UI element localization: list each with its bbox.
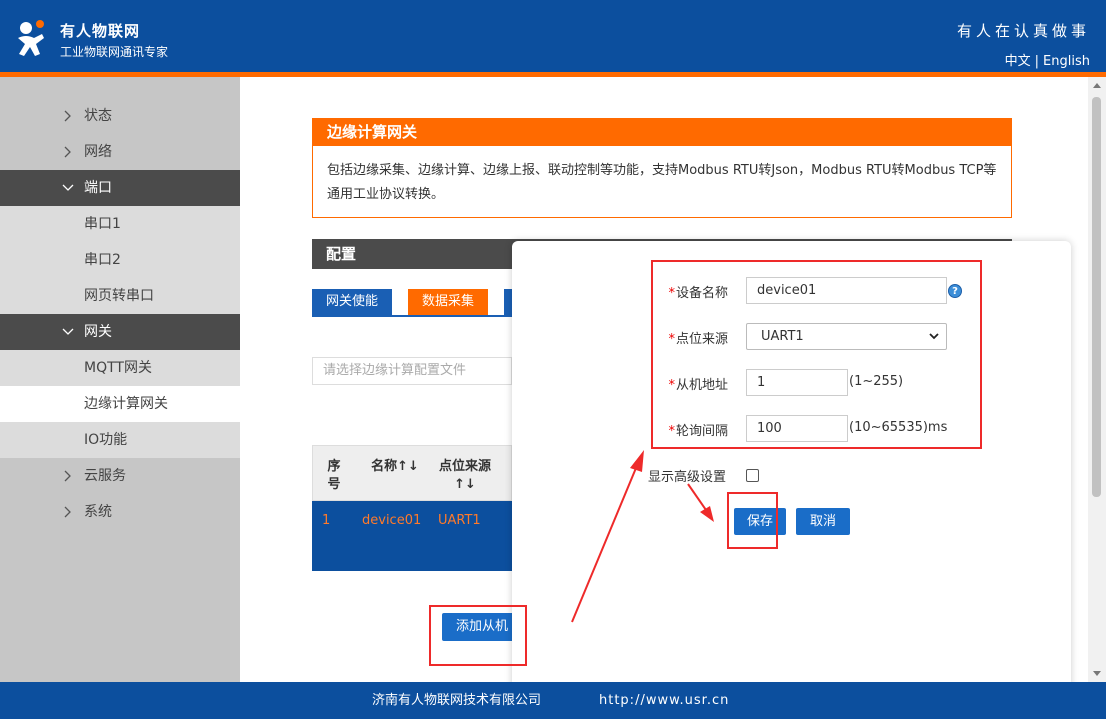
sidebar: 状态 网络 端口 串口1 串口2 网页转串口 网关 MQTT网关 边缘计算网关 … — [0, 77, 240, 682]
row-source: UART1 — [438, 513, 481, 528]
table-header: 序号 名称↑↓ 点位来源↑↓ — [312, 445, 512, 501]
sidebar-item-label: 状态 — [84, 108, 112, 124]
sidebar-group-gateway[interactable]: 网关 — [0, 314, 240, 350]
chevron-right-icon — [64, 470, 71, 482]
sidebar-item-network[interactable]: 网络 — [0, 134, 240, 170]
footer-company: 济南有人物联网技术有限公司 — [372, 693, 542, 708]
advanced-settings-label: 显示高级设置 — [647, 470, 726, 485]
row-name: device01 — [362, 513, 422, 528]
slave-address-hint: (1~255) — [849, 374, 904, 389]
sidebar-item-cloud[interactable]: 云服务 — [0, 458, 240, 494]
chevron-right-icon — [64, 146, 71, 158]
slogan: 有人在认真做事 — [956, 22, 1090, 40]
sidebar-item-label: 云服务 — [84, 468, 126, 484]
row-index: 1 — [322, 513, 331, 528]
sidebar-item-status[interactable]: 状态 — [0, 98, 240, 134]
cancel-button[interactable]: 取消 — [796, 508, 850, 535]
chevron-down-icon — [929, 333, 939, 340]
brand-subtitle: 工业物联网通讯专家 — [60, 45, 169, 59]
slave-address-label: *从机地址 — [668, 378, 728, 393]
sidebar-item-label: IO功能 — [84, 432, 128, 448]
tab-underline — [312, 315, 512, 317]
source-select-value: UART1 — [761, 329, 804, 344]
footer-url-link[interactable]: http://www.usr.cn — [599, 682, 729, 719]
poll-interval-hint: (10~65535)ms — [849, 420, 948, 435]
device-name-label: *设备名称 — [668, 286, 728, 301]
sidebar-item-label: 网络 — [84, 144, 112, 160]
sidebar-item-mqtt-gateway[interactable]: MQTT网关 — [0, 350, 240, 386]
sidebar-item-web-to-serial[interactable]: 网页转串口 — [0, 278, 240, 314]
sidebar-item-label: 串口1 — [84, 216, 121, 232]
intro-text: 包括边缘采集、边缘计算、边缘上报、联动控制等功能，支持Modbus RTU转Js… — [327, 163, 997, 202]
chevron-down-icon — [62, 328, 74, 335]
sidebar-item-label: 边缘计算网关 — [84, 396, 168, 412]
source-label: *点位来源 — [668, 332, 728, 347]
tab-gateway-enable[interactable]: 网关使能 — [312, 289, 393, 315]
sidebar-item-label: 系统 — [84, 504, 112, 520]
sidebar-item-label: 串口2 — [84, 252, 121, 268]
poll-interval-input[interactable]: 100 — [746, 415, 848, 442]
chevron-down-icon — [62, 184, 74, 191]
scroll-thumb[interactable] — [1092, 97, 1101, 497]
top-header: 有人物联网 工业物联网通讯专家 有人在认真做事 中文 | English — [0, 0, 1106, 72]
sidebar-item-io[interactable]: IO功能 — [0, 422, 240, 458]
language-switch: 中文 | English — [1005, 50, 1090, 69]
scroll-down-icon[interactable] — [1093, 671, 1101, 676]
column-header-index[interactable]: 序号 — [323, 458, 345, 494]
lang-zh-link[interactable]: 中文 — [1005, 54, 1031, 69]
sidebar-item-label: 端口 — [84, 180, 112, 196]
footer: 济南有人物联网技术有限公司 http://www.usr.cn — [0, 682, 1106, 719]
logo-icon — [18, 20, 44, 56]
column-header-source[interactable]: 点位来源↑↓ — [433, 458, 497, 494]
sidebar-item-label: 网关 — [84, 324, 112, 340]
chevron-right-icon — [64, 110, 71, 122]
save-button[interactable]: 保存 — [734, 508, 786, 535]
add-slave-button[interactable]: 添加从机 — [442, 613, 522, 641]
column-header-name[interactable]: 名称↑↓ — [365, 458, 425, 476]
intro-title: 边缘计算网关 — [313, 119, 1011, 146]
advanced-settings-checkbox[interactable] — [746, 469, 759, 482]
slave-address-input[interactable]: 1 — [746, 369, 848, 396]
chevron-right-icon — [64, 506, 71, 518]
device-config-dialog: *设备名称 device01 ? *点位来源 UART1 *从机地址 1 (1~… — [512, 241, 1071, 691]
sidebar-item-uart2[interactable]: 串口2 — [0, 242, 240, 278]
lang-en-link[interactable]: English — [1043, 54, 1090, 69]
config-file-select[interactable]: 请选择边缘计算配置文件 — [312, 357, 512, 385]
brand-name: 有人物联网 — [60, 22, 141, 40]
sidebar-item-label: 网页转串口 — [84, 288, 154, 304]
device-name-input[interactable]: device01 — [746, 277, 947, 304]
help-icon[interactable]: ? — [948, 284, 962, 298]
source-select[interactable]: UART1 — [746, 323, 947, 350]
scroll-up-icon[interactable] — [1093, 83, 1101, 88]
scrollbar[interactable] — [1088, 77, 1106, 682]
sidebar-item-uart1[interactable]: 串口1 — [0, 206, 240, 242]
sidebar-group-port[interactable]: 端口 — [0, 170, 240, 206]
sidebar-item-system[interactable]: 系统 — [0, 494, 240, 530]
poll-interval-label: *轮询间隔 — [668, 424, 728, 439]
lang-separator: | — [1034, 54, 1040, 69]
table-row[interactable]: 1 device01 UART1 — [312, 501, 512, 571]
sidebar-item-edge-gateway[interactable]: 边缘计算网关 — [0, 386, 240, 422]
intro-panel: 边缘计算网关 包括边缘采集、边缘计算、边缘上报、联动控制等功能，支持Modbus… — [312, 118, 1012, 218]
tab-data-collection[interactable]: 数据采集 — [408, 289, 489, 315]
sidebar-item-label: MQTT网关 — [84, 360, 152, 376]
